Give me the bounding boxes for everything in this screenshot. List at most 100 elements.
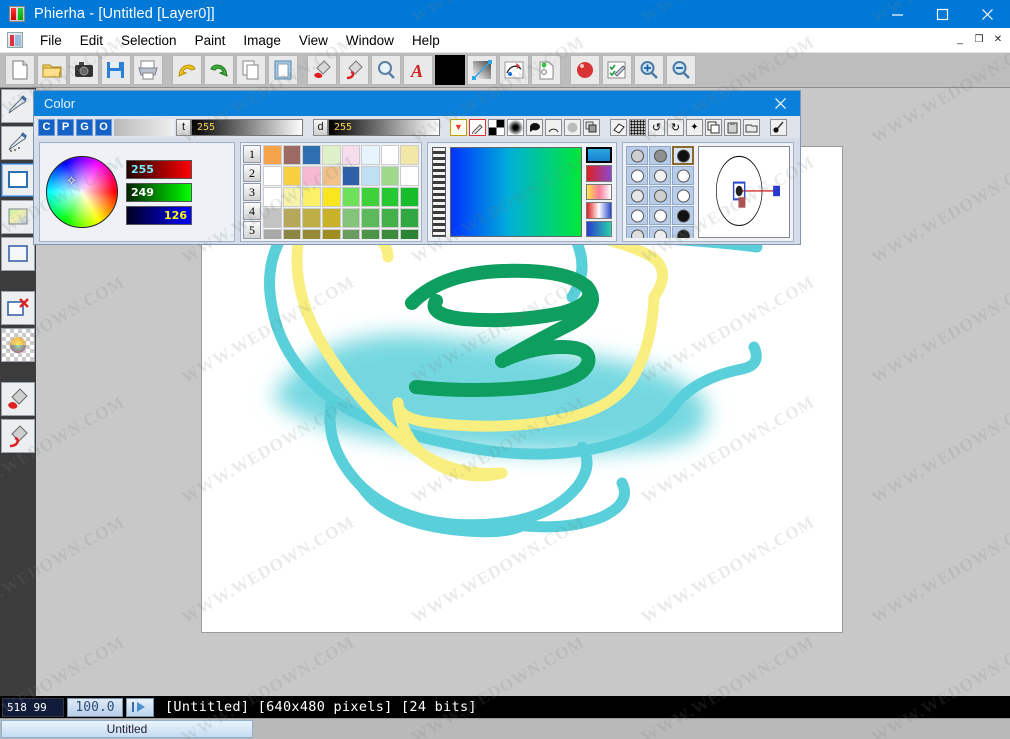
color-swatch[interactable] (321, 145, 341, 165)
brush-icon[interactable] (770, 118, 787, 136)
floppy-disk-icon[interactable] (101, 55, 131, 85)
color-swatch[interactable] (341, 145, 361, 165)
color-swatch[interactable] (302, 187, 321, 207)
brush-tip-icon[interactable] (626, 206, 648, 225)
swatch-row-number[interactable]: 3 (243, 183, 261, 201)
color-swatch[interactable] (302, 229, 321, 239)
open-folder-icon[interactable] (37, 55, 67, 85)
minimize-icon[interactable] (875, 0, 920, 28)
printer-icon[interactable] (133, 55, 163, 85)
gray-circle-icon[interactable] (564, 118, 581, 136)
mode-g-button[interactable]: G (76, 118, 93, 136)
mode-c-button[interactable]: C (38, 118, 55, 136)
pen-dotted-icon[interactable] (1, 126, 35, 160)
menu-item-view[interactable]: View (290, 30, 337, 51)
brush-tip-icon[interactable] (626, 186, 648, 205)
color-swatch[interactable] (361, 208, 380, 228)
zoom-in-icon[interactable] (634, 55, 664, 85)
brush-tip-icon[interactable] (672, 226, 694, 238)
swatch-row-number[interactable]: 4 (243, 202, 261, 220)
color-swatch[interactable] (380, 187, 400, 207)
color-swatch[interactable] (321, 208, 341, 228)
blue-slider[interactable]: 126 (126, 205, 192, 225)
paint-bucket-curve-icon[interactable] (339, 55, 369, 85)
color-swatch[interactable] (341, 208, 361, 228)
gradient-preset[interactable] (586, 202, 612, 219)
mdi-minimize-icon[interactable]: _ (951, 31, 969, 48)
color-swatch[interactable] (263, 229, 282, 239)
menu-item-selection[interactable]: Selection (112, 30, 186, 51)
color-swatch[interactable] (321, 187, 341, 207)
green-slider[interactable]: 249 (126, 182, 192, 202)
brush-tip-icon[interactable] (626, 226, 648, 238)
color-swatch[interactable] (361, 187, 380, 207)
color-swatch[interactable] (380, 145, 400, 165)
arc-icon[interactable] (545, 118, 562, 136)
undo-arrow-icon[interactable] (172, 55, 202, 85)
mdi-restore-icon[interactable]: ❐ (970, 31, 988, 48)
sphere-icon[interactable] (570, 55, 600, 85)
menu-item-window[interactable]: Window (337, 30, 403, 51)
color-swatch[interactable] (263, 145, 282, 165)
close-icon[interactable] (965, 0, 1010, 28)
mode-o-button[interactable]: O (95, 118, 112, 136)
color-swatch[interactable] (361, 166, 380, 186)
color-swatch[interactable] (380, 208, 400, 228)
paint-bucket-curve-icon[interactable] (1, 419, 35, 453)
effects-icon[interactable] (499, 55, 529, 85)
copy-pages-icon[interactable] (236, 55, 266, 85)
color-swatch[interactable] (302, 145, 321, 165)
brush-tip-icon[interactable] (649, 226, 671, 238)
menu-item-image[interactable]: Image (234, 30, 290, 51)
rotate-left-icon[interactable]: ↺ (648, 118, 665, 136)
brush-tip-icon[interactable] (672, 146, 694, 165)
mdi-close-icon[interactable]: ✕ (989, 31, 1007, 48)
brush-tip-icon[interactable] (649, 186, 671, 205)
color-swatch[interactable] (341, 187, 361, 207)
brush-tip-icon[interactable] (626, 166, 648, 185)
color-swatch[interactable] (400, 145, 419, 165)
transparency-field[interactable]: t 255 (176, 118, 303, 136)
maximize-icon[interactable] (920, 0, 965, 28)
color-swatch[interactable] (361, 229, 380, 239)
color-swatch-icon[interactable] (435, 55, 465, 85)
color-swatch[interactable] (400, 187, 419, 207)
gradient-preset[interactable] (586, 165, 612, 182)
soft-dot-icon[interactable] (507, 118, 524, 136)
color-swatch[interactable] (282, 166, 302, 186)
color-swatch[interactable] (361, 145, 380, 165)
folder-icon[interactable] (743, 118, 760, 136)
color-swatch[interactable] (282, 208, 302, 228)
clipboard-icon[interactable] (724, 118, 741, 136)
color-swatch[interactable] (302, 208, 321, 228)
color-swatch[interactable] (282, 229, 302, 239)
text-a-icon[interactable]: A (403, 55, 433, 85)
pencil-icon[interactable] (469, 118, 486, 136)
menu-item-file[interactable]: File (31, 30, 71, 51)
color-wheel[interactable]: ✧ (46, 156, 118, 228)
gradient-preset[interactable] (586, 147, 612, 164)
checkbox-pencil-icon[interactable] (602, 55, 632, 85)
menu-item-help[interactable]: Help (403, 30, 449, 51)
new-document-icon[interactable] (5, 55, 35, 85)
zoom-level[interactable]: 100.0 (67, 697, 123, 717)
color-swatch[interactable] (321, 229, 341, 239)
copy-icon[interactable] (705, 118, 722, 136)
color-swatch[interactable] (400, 166, 419, 186)
color-swatch[interactable] (400, 208, 419, 228)
checker-palette-icon[interactable] (1, 328, 35, 362)
layer-square-icon[interactable] (1, 237, 35, 271)
zoom-out-icon[interactable] (666, 55, 696, 85)
speech-blob-icon[interactable] (526, 118, 543, 136)
menu-item-paint[interactable]: Paint (186, 30, 235, 51)
checker-icon[interactable] (488, 118, 505, 136)
gradient-square-icon[interactable] (1, 200, 35, 234)
redo-arrow-icon[interactable] (204, 55, 234, 85)
brush-tip-icon[interactable] (626, 146, 648, 165)
paint-bucket-icon[interactable] (307, 55, 337, 85)
brush-tip-icon[interactable] (649, 146, 671, 165)
magnifier-icon[interactable] (371, 55, 401, 85)
halftone-icon[interactable] (629, 118, 646, 136)
color-swatch[interactable] (263, 187, 282, 207)
rotate-right-icon[interactable]: ↻ (667, 118, 684, 136)
